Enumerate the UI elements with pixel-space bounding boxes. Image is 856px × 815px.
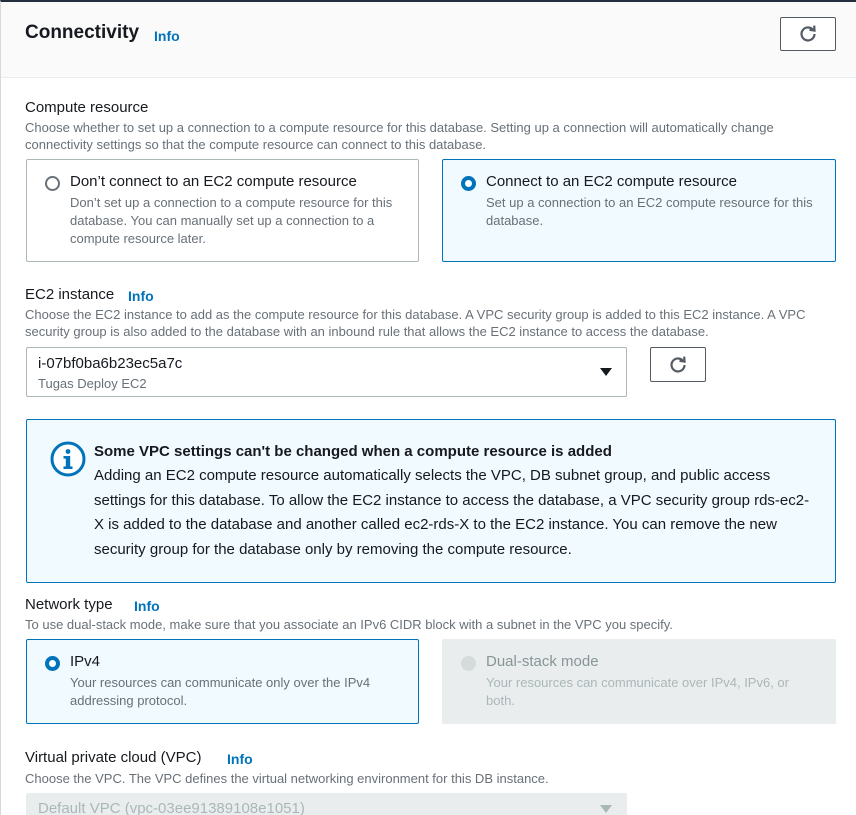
compute-resource-description: Choose whether to set up a connection to…	[25, 120, 774, 152]
option-title: IPv4	[70, 653, 101, 670]
refresh-button[interactable]	[780, 17, 836, 51]
connectivity-panel: Connectivity Info Compute resource Choos…	[0, 0, 856, 815]
option-description: Your resources can communicate only over…	[70, 675, 371, 708]
radio-dont-connect[interactable]	[45, 176, 60, 191]
refresh-icon	[800, 25, 816, 42]
connectivity-info-link[interactable]: Info	[154, 28, 180, 44]
option-dual-stack: Dual-stack mode Your resources can commu…	[442, 639, 836, 724]
compute-resource-label: Compute resource	[25, 99, 149, 116]
ec2-instance-select[interactable]: i-07bf0ba6b23ec5a7c Tugas Deploy EC2	[26, 347, 627, 397]
network-type-description: To use dual-stack mode, make sure that y…	[25, 617, 673, 632]
vpc-label: Virtual private cloud (VPC)	[25, 749, 202, 766]
ec2-refresh-button[interactable]	[650, 347, 706, 382]
option-description: Your resources can communicate over IPv4…	[486, 675, 789, 708]
option-connect-ec2[interactable]: Connect to an EC2 compute resource Set u…	[442, 159, 836, 262]
vpc-description: Choose the VPC. The VPC defines the virt…	[25, 771, 549, 786]
option-dont-connect-ec2[interactable]: Don’t connect to an EC2 compute resource…	[26, 159, 419, 262]
option-description: Set up a connection to an EC2 compute re…	[486, 195, 813, 228]
refresh-icon	[670, 356, 686, 373]
option-description: Don’t set up a connection to a compute r…	[70, 195, 393, 246]
option-ipv4[interactable]: IPv4 Your resources can communicate only…	[26, 639, 419, 724]
vpc-settings-alert: Some VPC settings can't be changed when …	[26, 419, 836, 583]
radio-connect[interactable]	[461, 176, 476, 191]
selected-instance-id: i-07bf0ba6b23ec5a7c	[38, 355, 183, 372]
alert-body: Adding an EC2 compute resource automatic…	[94, 467, 810, 558]
ec2-instance-info-link[interactable]: Info	[128, 288, 154, 304]
selected-vpc: Default VPC (vpc-03ee91389108e1051)	[38, 800, 305, 815]
selected-instance-name: Tugas Deploy EC2	[38, 376, 147, 391]
option-title: Connect to an EC2 compute resource	[486, 173, 737, 190]
option-title: Don’t connect to an EC2 compute resource	[70, 173, 357, 190]
caret-down-icon	[600, 368, 612, 376]
ec2-instance-description: Choose the EC2 instance to add as the co…	[25, 307, 806, 339]
radio-ipv4[interactable]	[45, 656, 60, 671]
ec2-instance-label: EC2 instance	[25, 286, 115, 303]
network-type-info-link[interactable]: Info	[134, 598, 160, 614]
option-title: Dual-stack mode	[486, 653, 599, 670]
alert-title: Some VPC settings can't be changed when …	[94, 443, 612, 460]
panel-header: Connectivity Info	[1, 2, 856, 78]
radio-dual-stack	[461, 656, 476, 671]
vpc-select: Default VPC (vpc-03ee91389108e1051)	[26, 793, 627, 815]
vpc-info-link[interactable]: Info	[227, 751, 253, 767]
info-circle-icon	[50, 441, 86, 477]
network-type-label: Network type	[25, 596, 113, 613]
panel-title: Connectivity	[25, 22, 140, 43]
caret-down-icon	[600, 805, 612, 813]
